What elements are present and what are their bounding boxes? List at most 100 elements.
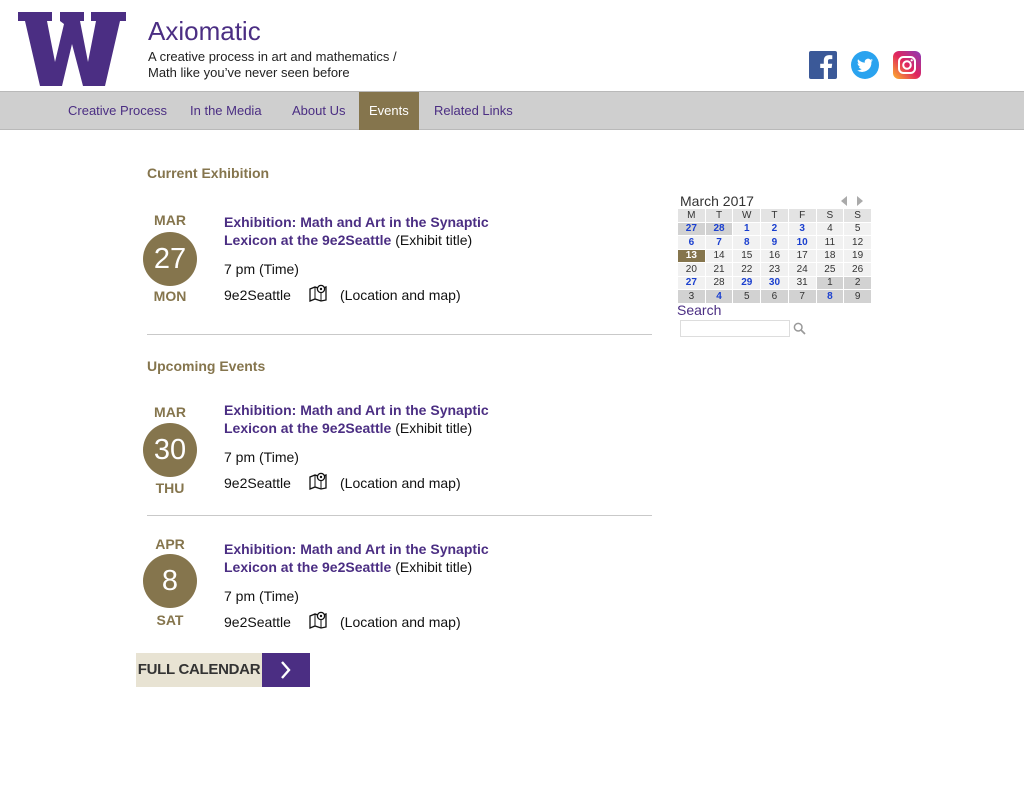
full-calendar-label[interactable]: FULL CALENDAR <box>136 653 262 687</box>
search-input[interactable] <box>680 320 790 337</box>
calendar-weekday: S <box>815 208 845 223</box>
calendar-day: 16 <box>760 248 789 263</box>
calendar-day: 19 <box>843 248 872 263</box>
calendar-day: 3 <box>677 289 706 304</box>
calendar-day: 2 <box>843 275 872 290</box>
calendar-day[interactable]: 30 <box>760 275 789 290</box>
site-header: Axiomatic A creative process in art and … <box>0 0 1024 91</box>
map-icon[interactable] <box>309 611 327 629</box>
site-tagline: A creative process in art and mathematic… <box>148 49 397 81</box>
calendar-grid: MTWTFSS 27 28 1 2 3 4 5 6 7 8 9 10 11 12 13 14 15 16 17 18 1… <box>677 208 872 304</box>
twitter-icon[interactable] <box>851 51 879 79</box>
event-time: 7 pm (Time) <box>224 588 299 604</box>
event-month: MAR <box>154 212 186 228</box>
calendar-day[interactable]: 28 <box>704 221 734 236</box>
event-title-note: (Exhibit title) <box>395 559 473 575</box>
calendar-day[interactable]: 8 <box>815 289 845 304</box>
facebook-icon[interactable] <box>809 51 837 79</box>
event-weekday: MON <box>153 288 187 304</box>
event-title: Exhibition: Math and Art in the Synaptic… <box>224 540 524 576</box>
divider <box>147 515 652 516</box>
tagline-line-2: Math like you’ve never seen before <box>148 65 350 80</box>
search-label: Search <box>677 302 722 318</box>
calendar-day: 15 <box>732 248 762 263</box>
calendar-day: 26 <box>843 262 872 277</box>
calendar-day[interactable]: 29 <box>732 275 762 290</box>
nav-item-in-the-media[interactable]: In the Media <box>180 92 272 130</box>
calendar-day: 28 <box>704 275 734 290</box>
calendar-day: 5 <box>732 289 762 304</box>
event-location-note[interactable]: (Location and map) <box>340 287 461 303</box>
event-time: 7 pm (Time) <box>224 261 299 277</box>
calendar-day[interactable]: 9 <box>760 235 789 250</box>
nav-item-about-us[interactable]: About Us <box>282 92 355 130</box>
nav-item-related-links[interactable]: Related Links <box>424 92 523 130</box>
calendar-day: 12 <box>843 235 872 250</box>
event-title: Exhibition: Math and Art in the Synaptic… <box>224 401 524 437</box>
calendar-day[interactable]: 27 <box>677 275 706 290</box>
event-day-circle: 30 <box>143 423 197 477</box>
calendar-weekday: F <box>787 208 817 223</box>
nav-item-creative-process[interactable]: Creative Process <box>58 92 177 130</box>
event-title: Exhibition: Math and Art in the Synaptic… <box>224 213 524 249</box>
event-location: 9e2Seattle <box>224 287 291 303</box>
event-location-note[interactable]: (Location and map) <box>340 475 461 491</box>
calendar-day: 7 <box>787 289 817 304</box>
calendar-week-row: 13 14 15 16 17 18 19 <box>677 248 872 263</box>
upcoming-events-heading: Upcoming Events <box>147 358 266 374</box>
calendar-day[interactable]: 3 <box>787 221 817 236</box>
event-location-note[interactable]: (Location and map) <box>340 614 461 630</box>
current-exhibition-heading: Current Exhibition <box>147 165 270 181</box>
calendar-day[interactable]: 4 <box>704 289 734 304</box>
divider <box>147 334 652 335</box>
calendar-week-row: 27 28 29 30 31 1 2 <box>677 275 872 290</box>
uw-w-logo-icon[interactable] <box>18 12 126 86</box>
event-location: 9e2Seattle <box>224 475 291 491</box>
calendar-weekday: W <box>732 208 762 223</box>
full-calendar-button[interactable]: FULL CALENDAR <box>136 653 310 687</box>
event-month: MAR <box>154 404 186 420</box>
event-weekday: THU <box>155 480 185 496</box>
site-title[interactable]: Axiomatic <box>148 16 261 47</box>
calendar-day[interactable]: 10 <box>787 235 817 250</box>
calendar-day: 9 <box>843 289 872 304</box>
nav-item-events[interactable]: Events <box>359 92 419 130</box>
calendar-day: 11 <box>815 235 845 250</box>
chevron-left-icon[interactable] <box>839 195 849 207</box>
map-icon[interactable] <box>309 284 327 302</box>
calendar-day[interactable]: 7 <box>704 235 734 250</box>
calendar-day[interactable]: 6 <box>677 235 706 250</box>
chevron-right-icon[interactable] <box>855 195 865 207</box>
calendar-day[interactable]: 2 <box>760 221 789 236</box>
event-item: MAR 27 MON Exhibition: Math and Art in t… <box>140 212 660 312</box>
event-weekday: SAT <box>156 612 184 628</box>
event-day-circle: 8 <box>143 554 197 608</box>
calendar-day: 1 <box>815 275 845 290</box>
chevron-right-icon[interactable] <box>262 653 310 687</box>
event-time: 7 pm (Time) <box>224 449 299 465</box>
calendar-day: 21 <box>704 262 734 277</box>
calendar-day: 31 <box>787 275 817 290</box>
calendar-day[interactable]: 1 <box>732 221 762 236</box>
calendar-day: 25 <box>815 262 845 277</box>
instagram-icon[interactable] <box>893 51 921 79</box>
calendar-weekday: S <box>843 208 872 223</box>
calendar-weekday: T <box>760 208 789 223</box>
calendar-day[interactable]: 8 <box>732 235 762 250</box>
event-title-note: (Exhibit title) <box>395 232 473 248</box>
event-day-circle: 27 <box>143 232 197 286</box>
calendar-day: 20 <box>677 262 706 277</box>
calendar-week-row: 3456789 <box>677 289 872 304</box>
tagline-line-1: A creative process in art and mathematic… <box>148 49 397 64</box>
event-title-note: (Exhibit title) <box>395 420 473 436</box>
map-icon[interactable] <box>309 472 327 490</box>
search-icon[interactable] <box>793 322 806 335</box>
main-nav: Creative Process In the Media About Us E… <box>0 91 1024 130</box>
calendar-day: 24 <box>787 262 817 277</box>
event-item: MAR 30 THU Exhibition: Math and Art in t… <box>140 401 660 504</box>
calendar-day[interactable]: 27 <box>677 221 706 236</box>
calendar-day-today: 13 <box>677 248 706 263</box>
calendar-day: 4 <box>815 221 845 236</box>
calendar-day: 6 <box>760 289 789 304</box>
calendar-day: 17 <box>787 248 817 263</box>
